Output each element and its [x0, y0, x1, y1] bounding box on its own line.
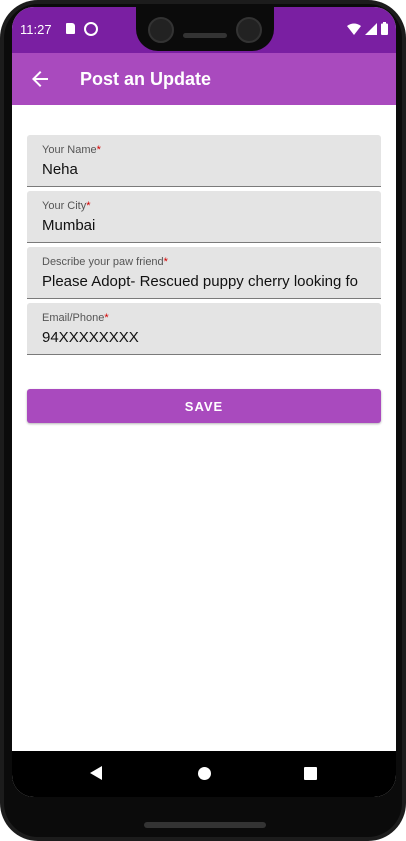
bottom-speaker — [144, 822, 266, 828]
arrow-back-icon[interactable] — [28, 67, 52, 91]
camera-notch — [136, 7, 274, 51]
description-field-value: Please Adopt- Rescued puppy cherry looki… — [42, 273, 359, 290]
required-mark: * — [104, 312, 109, 324]
sd-card-icon — [66, 23, 75, 34]
name-field-value: Neha — [42, 161, 78, 178]
system-nav-bar — [12, 751, 396, 797]
required-mark: * — [163, 256, 168, 268]
status-icons — [347, 22, 388, 35]
signal-icon — [365, 22, 377, 35]
front-camera — [148, 17, 174, 43]
required-mark: * — [96, 144, 101, 156]
nav-home-icon[interactable] — [198, 767, 211, 780]
earpiece-speaker — [183, 33, 227, 38]
device-screen: 11:27 Post an Update Your Name* Neha You… — [12, 7, 396, 797]
app-bar: Post an Update — [12, 53, 396, 105]
description-field[interactable]: Describe your paw friend* Please Adopt- … — [27, 247, 381, 299]
nav-recents-icon[interactable] — [304, 767, 317, 780]
wifi-icon — [347, 23, 361, 35]
nav-back-icon[interactable] — [90, 766, 102, 780]
name-field[interactable]: Your Name* Neha — [27, 135, 381, 187]
description-field-label: Describe your paw friend* — [42, 256, 168, 268]
front-sensor — [236, 17, 262, 43]
city-field-value: Mumbai — [42, 217, 96, 234]
page-title: Post an Update — [80, 69, 212, 89]
city-field-label: Your City* — [42, 200, 91, 212]
sync-icon — [84, 22, 98, 36]
required-mark: * — [86, 200, 91, 212]
city-field[interactable]: Your City* Mumbai — [27, 191, 381, 243]
email-phone-field[interactable]: Email/Phone* 94XXXXXXXX — [27, 303, 381, 355]
status-time: 11:27 — [20, 22, 52, 37]
email-phone-field-label: Email/Phone* — [42, 312, 109, 324]
email-phone-field-value: 94XXXXXXXX — [42, 329, 139, 346]
save-button[interactable]: SAVE — [27, 389, 381, 423]
name-field-label: Your Name* — [42, 144, 101, 156]
battery-icon — [381, 22, 388, 35]
